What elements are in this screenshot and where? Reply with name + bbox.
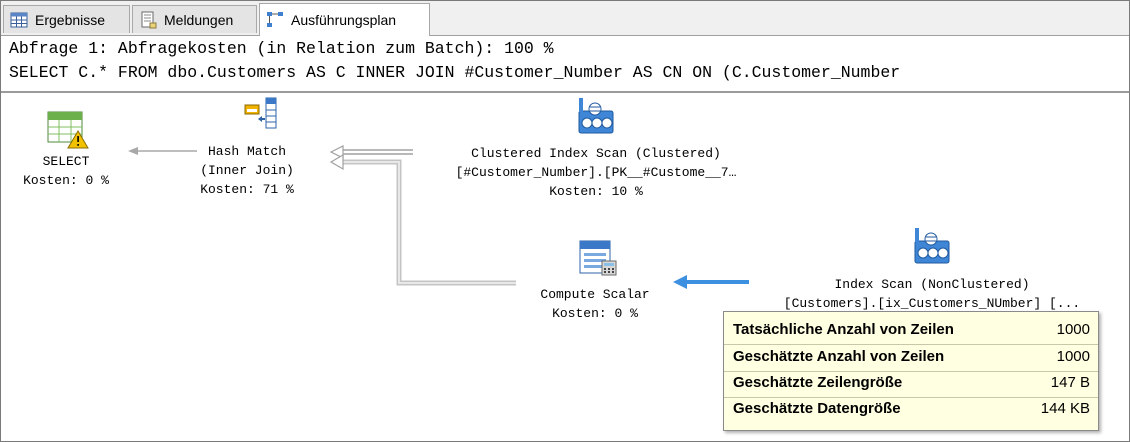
tooltip-row: Geschätzte Datengröße 144 KB bbox=[724, 397, 1098, 423]
operator-tooltip: Tatsächliche Anzahl von Zeilen 1000 Gesc… bbox=[723, 311, 1099, 431]
tooltip-value: 147 B bbox=[1050, 374, 1090, 391]
tooltip-label: Geschätzte Zeilengröße bbox=[733, 374, 903, 391]
query-header: Abfrage 1: Abfragekosten (in Relation zu… bbox=[1, 36, 1129, 93]
arrow-indexscan-to-computescalar bbox=[673, 275, 749, 289]
node-cost: Kosten: 0 % bbox=[552, 306, 638, 321]
index-scan-icon[interactable] bbox=[913, 227, 953, 270]
tab-ergebnisse[interactable]: Ergebnisse bbox=[3, 5, 130, 33]
tooltip-value: 1000 bbox=[1056, 348, 1090, 365]
tooltip-label: Geschätzte Anzahl von Zeilen bbox=[733, 348, 945, 365]
node-cost: Kosten: 10 % bbox=[549, 184, 643, 199]
tooltip-value: 144 KB bbox=[1040, 400, 1090, 417]
node-compute-scalar[interactable]: Compute Scalar Kosten: 0 % bbox=[515, 285, 675, 323]
node-title: Compute Scalar bbox=[540, 287, 650, 302]
node-cost: Kosten: 0 % bbox=[23, 173, 109, 188]
tooltip-label: Geschätzte Datengröße bbox=[733, 400, 901, 417]
tab-label: Ergebnisse bbox=[35, 11, 106, 28]
results-grid-icon bbox=[10, 11, 28, 29]
node-subtitle: [#Customer_Number].[PK__#Custome__7… bbox=[455, 165, 737, 180]
clustered-index-scan-icon[interactable] bbox=[577, 97, 617, 140]
tooltip-row: Tatsächliche Anzahl von Zeilen 1000 bbox=[724, 318, 1098, 345]
query-sql-line: SELECT C.* FROM dbo.Customers AS C INNER… bbox=[9, 63, 901, 82]
node-clustered-index-scan[interactable]: Clustered Index Scan (Clustered) [#Custo… bbox=[411, 144, 781, 201]
query-cost-line: Abfrage 1: Abfragekosten (in Relation zu… bbox=[9, 39, 554, 58]
tab-label: Meldungen bbox=[164, 11, 234, 28]
node-title: Clustered Index Scan (Clustered) bbox=[471, 146, 721, 161]
tooltip-row: Geschätzte Zeilengröße 147 B bbox=[724, 371, 1098, 398]
results-pane: Ergebnisse Meldungen Ausführungsplan Abf… bbox=[0, 0, 1130, 442]
tab-meldungen[interactable]: Meldungen bbox=[132, 5, 257, 33]
messages-icon bbox=[139, 11, 157, 29]
node-select[interactable]: SELECT Kosten: 0 % bbox=[7, 152, 125, 190]
tooltip-label: Tatsächliche Anzahl von Zeilen bbox=[733, 321, 954, 338]
node-title: Index Scan (NonClustered) bbox=[834, 277, 1030, 292]
tab-ausfuehrungsplan[interactable]: Ausführungsplan bbox=[259, 3, 430, 36]
node-index-scan[interactable]: Index Scan (NonClustered) [Customers].[i… bbox=[747, 275, 1117, 313]
hash-match-icon[interactable] bbox=[244, 97, 280, 136]
node-hash-match[interactable]: Hash Match (Inner Join) Kosten: 71 % bbox=[187, 142, 307, 199]
tab-bar: Ergebnisse Meldungen Ausführungsplan bbox=[1, 1, 1129, 36]
node-title: Hash Match bbox=[207, 144, 286, 159]
tooltip-row: Geschätzte Anzahl von Zeilen 1000 bbox=[724, 345, 1098, 372]
node-subtitle: (Inner Join) bbox=[200, 163, 294, 178]
tab-label: Ausführungsplan bbox=[291, 12, 397, 28]
execution-plan-icon bbox=[266, 11, 284, 29]
select-warning-icon[interactable] bbox=[47, 111, 89, 154]
tooltip-value: 1000 bbox=[1056, 321, 1090, 338]
node-title: SELECT bbox=[42, 154, 90, 169]
node-cost: Kosten: 71 % bbox=[200, 182, 294, 197]
compute-scalar-icon[interactable] bbox=[578, 239, 618, 282]
